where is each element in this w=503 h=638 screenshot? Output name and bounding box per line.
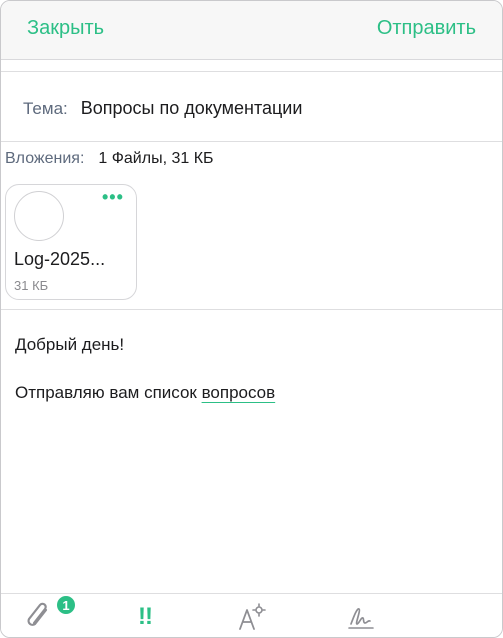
subject-label: Тема: (23, 99, 68, 118)
attachments-label: Вложения: (5, 150, 85, 167)
text-format-icon (239, 603, 266, 630)
compose-header: Закрыть Отправить (1, 1, 502, 60)
attachments-row: Вложения: 1 Файлы, 31 КБ (5, 150, 214, 168)
spellcheck-word[interactable]: вопросов (202, 383, 276, 402)
file-thumbnail (14, 191, 64, 241)
attachment-card[interactable]: ••• Log-2025... 31 КБ (5, 184, 137, 300)
divider (1, 141, 502, 142)
attachment-size: 31 КБ (14, 278, 49, 293)
priority-icon: !! (138, 603, 153, 630)
attachments-summary: 1 Файлы, 31 КБ (98, 150, 214, 167)
subject-row[interactable]: Тема: Вопросы по документации (23, 98, 302, 119)
text-format-button[interactable] (231, 594, 271, 637)
message-line-text: Отправляю вам список (15, 383, 202, 402)
attach-button[interactable]: 1 (19, 594, 77, 637)
subject-field[interactable]: Вопросы по документации (81, 98, 303, 119)
signature-button[interactable] (341, 594, 381, 637)
compose-window: Закрыть Отправить Тема: Вопросы по докум… (0, 0, 503, 638)
priority-button[interactable]: !! (125, 594, 165, 637)
signature-icon (348, 608, 374, 629)
message-greeting[interactable]: Добрый день! (15, 335, 124, 355)
attachment-count-badge: 1 (55, 594, 77, 616)
more-icon[interactable]: ••• (102, 187, 124, 208)
send-button[interactable]: Отправить (377, 17, 476, 40)
bottom-toolbar: 1 !! (1, 593, 502, 637)
close-button[interactable]: Закрыть (27, 17, 104, 40)
paperclip-icon (27, 602, 48, 626)
message-line[interactable]: Отправляю вам список вопросов (15, 383, 275, 403)
attachment-name: Log-2025... (14, 249, 106, 269)
divider (1, 71, 502, 72)
divider (1, 309, 502, 310)
